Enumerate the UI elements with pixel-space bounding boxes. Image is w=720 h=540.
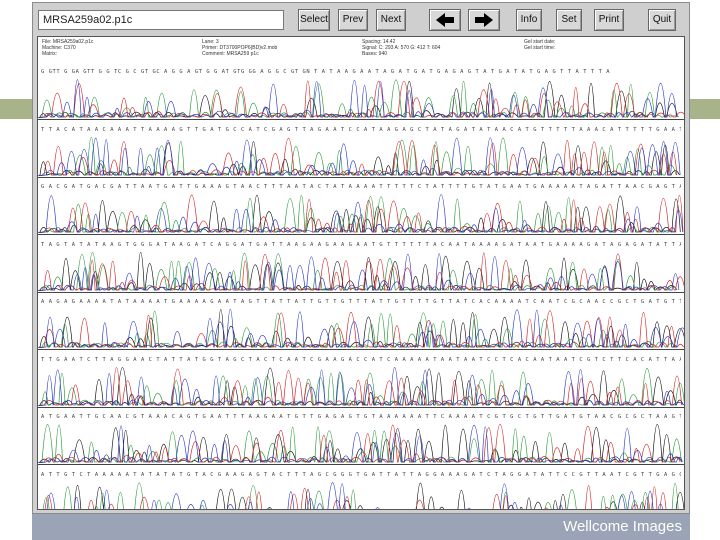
base-calls: A A G A G A A A A T A T A A A A T G A A …	[41, 299, 681, 305]
footer-bar: Wellcome Images	[32, 514, 690, 540]
base-calls: T T G A A T C T T A G G A A C T A T T A …	[41, 356, 681, 363]
trace-line-A	[42, 482, 679, 509]
base-calls: T T A C A T A A C A A A T T A A A A G T …	[41, 126, 681, 133]
arrow-right-icon	[475, 13, 493, 27]
brand-label: Wellcome Images	[563, 518, 682, 535]
filename-field[interactable]: MRSA259a02.p1c	[38, 10, 284, 30]
decorative-bar-left	[0, 99, 32, 119]
trace-row: 190200210220230240250260G A C G A T G A …	[38, 177, 684, 235]
trace-row: 460470480490500510520530540550T T G A A …	[38, 350, 684, 408]
base-calls: G A C G A T G A C G A T T A A T G A T T …	[41, 184, 681, 190]
meta-matrix: Matrix:	[42, 51, 57, 57]
back-button[interactable]	[429, 9, 461, 31]
chromatogram-panel: File: MRSA259a02.p1c Machine: C370 Matri…	[37, 36, 685, 510]
toolbar: MRSA259a02.p1c Select Prev Next Info Set…	[36, 7, 686, 33]
chromatogram-trace	[38, 309, 684, 348]
trace-row: 102030405060708090100G GTT G GA GTT G G …	[38, 62, 684, 120]
trace-row: 100110120130140150160170180T T A C A T A…	[38, 120, 684, 178]
trace-line-T	[38, 424, 681, 463]
base-calls: T A G T A T A T A A G T G G G A T A A G …	[41, 241, 681, 248]
decorative-bar-right	[690, 99, 720, 119]
trace-row: 660670680690700710720730740750A T T G T …	[38, 465, 684, 509]
trace-row: 270280290300310320330340350360T A G T A …	[38, 235, 684, 293]
quit-button[interactable]: Quit	[648, 9, 676, 31]
trace-metadata: File: MRSA259a02.p1c Machine: C370 Matri…	[38, 37, 684, 61]
select-button[interactable]: Select	[298, 9, 330, 31]
meta-comment: Comment: MRSA259 p1c	[202, 51, 259, 57]
trace-viewer-window: MRSA259a02.p1c Select Prev Next Info Set…	[32, 2, 690, 514]
chromatogram-trace	[38, 366, 684, 406]
arrow-left-icon	[436, 13, 454, 27]
base-calls: A T G A A T T G C A A C G T A A A C A G …	[41, 414, 681, 420]
prev-button[interactable]: Prev	[338, 9, 368, 31]
next-button[interactable]: Next	[376, 9, 406, 31]
set-button[interactable]: Set	[556, 9, 582, 31]
chromatogram-trace	[38, 251, 684, 291]
forward-button[interactable]	[468, 9, 500, 31]
chromatogram-trace	[42, 482, 684, 509]
print-button[interactable]: Print	[594, 9, 624, 31]
chromatogram-trace	[38, 79, 684, 118]
meta-gel-start-time: Gel start time:	[524, 45, 556, 51]
trace-line-T	[38, 137, 678, 176]
trace-line-T	[44, 484, 667, 509]
trace-line-C	[38, 194, 684, 233]
base-calls: G GTT G GA GTT G G TC G C GT GC A G G A …	[41, 69, 611, 75]
trace-row: 370380390400410420430440450A A G A G A A…	[38, 292, 684, 350]
trace-line-A	[38, 424, 682, 463]
base-calls: A T T G T C T A A A A A T A T A T A T G …	[41, 471, 681, 478]
meta-bases: Bases: 940	[362, 51, 388, 57]
trace-line-G	[38, 424, 683, 463]
trace-line-T	[38, 80, 684, 118]
trace-row: 560570580590600610620630640650A T G A A …	[38, 407, 684, 465]
chromatogram-trace	[38, 136, 681, 176]
chromatogram-trace	[38, 194, 684, 233]
chromatogram-trace	[38, 424, 683, 463]
info-button[interactable]: Info	[516, 9, 542, 31]
